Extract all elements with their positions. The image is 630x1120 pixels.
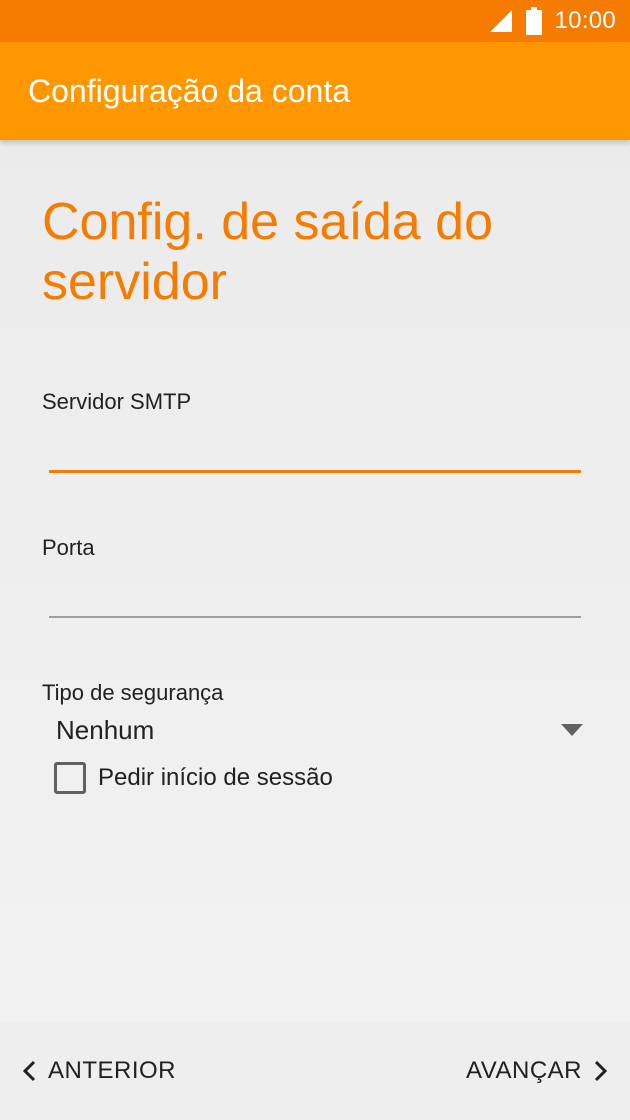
- status-icons: 10:00: [488, 7, 616, 35]
- previous-button[interactable]: ANTERIOR: [22, 1057, 176, 1085]
- app-bar-title: Configuração da conta: [28, 72, 350, 109]
- clock: 10:00: [554, 7, 616, 34]
- app-bar: Configuração da conta: [0, 42, 630, 140]
- port-underline: [49, 616, 581, 618]
- next-button-label: AVANÇAR: [466, 1057, 582, 1084]
- request-login-checkbox[interactable]: [54, 762, 86, 794]
- signal-icon: [490, 10, 513, 32]
- port-input[interactable]: [49, 571, 581, 615]
- screen: 10:00 Configuração da conta Config. de s…: [0, 0, 630, 1120]
- smtp-server-underline: [49, 470, 581, 473]
- request-login-row[interactable]: Pedir início de sessão: [54, 760, 333, 796]
- page-heading: Config. de saída do servidor: [42, 193, 493, 311]
- security-type-select[interactable]: Nenhum: [42, 708, 587, 752]
- security-type-label: Tipo de segurança: [42, 680, 224, 705]
- previous-button-label: ANTERIOR: [48, 1057, 177, 1084]
- dropdown-arrow-icon: [561, 724, 583, 736]
- port-label: Porta: [42, 535, 95, 560]
- chevron-left-icon: [22, 1060, 36, 1082]
- smtp-server-label: Servidor SMTP: [42, 389, 192, 414]
- security-type-value: Nenhum: [56, 714, 155, 745]
- bottom-navigation: ANTERIOR AVANÇAR: [0, 1022, 630, 1120]
- chevron-right-icon: [594, 1060, 608, 1082]
- battery-icon: [526, 7, 543, 35]
- request-login-label: Pedir início de sessão: [98, 764, 333, 791]
- smtp-server-input[interactable]: [49, 426, 581, 470]
- next-button[interactable]: AVANÇAR: [466, 1057, 608, 1085]
- status-bar: 10:00: [0, 0, 630, 42]
